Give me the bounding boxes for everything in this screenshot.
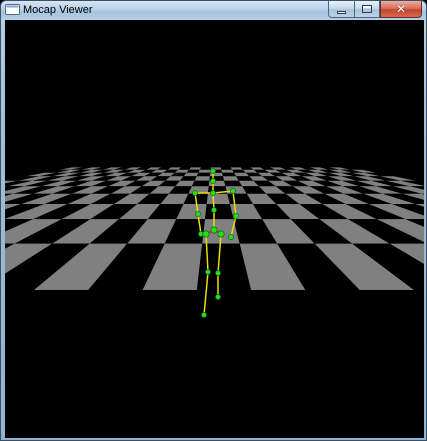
window-controls: ✕ [328, 1, 422, 19]
floor-tile [189, 167, 201, 170]
floor-tile [205, 204, 234, 220]
close-icon: ✕ [395, 2, 407, 16]
skeleton-joint-rshoulder [230, 188, 236, 194]
skeleton-joint-pelvis [210, 226, 218, 234]
scene-canvas[interactable] [5, 20, 424, 438]
skeleton-joint-spine [211, 207, 217, 213]
skeleton-joint-rhip [217, 230, 225, 238]
floor-tile [223, 176, 239, 181]
skeleton-joint-lshoulder [192, 190, 198, 196]
skeleton-joint-lknee [205, 269, 211, 275]
maximize-button[interactable] [354, 1, 380, 18]
skeleton-joint-head [210, 168, 216, 174]
floor-tile [196, 172, 211, 177]
floor-tile [199, 167, 211, 170]
window-title: Mocap Viewer [23, 4, 93, 16]
minimize-icon [337, 10, 346, 14]
skeleton-joint-rhand [228, 234, 234, 240]
floor-tile [194, 176, 210, 181]
skeleton-joint-lelbow [195, 211, 201, 217]
title-bar[interactable]: Mocap Viewer ✕ [1, 1, 426, 20]
skeleton-joint-neck [210, 178, 216, 184]
floor-tile [198, 169, 211, 173]
close-button[interactable]: ✕ [380, 1, 422, 18]
skeleton-joint-relbow [233, 213, 239, 219]
maximize-icon [362, 5, 372, 13]
skeleton-joint-rfoot [215, 294, 221, 300]
minimize-button[interactable] [328, 1, 354, 18]
floor-tile [206, 193, 230, 204]
skeleton-joint-lfoot [201, 312, 207, 318]
app-window-icon [5, 4, 20, 15]
skeleton-joint-lhip [202, 230, 210, 238]
floor-tile [220, 167, 233, 170]
floor-tile [191, 180, 210, 187]
floor-tile [222, 172, 237, 177]
skeleton-joint-chest [210, 190, 216, 196]
skeleton-joint-rknee [215, 270, 221, 276]
3d-viewport[interactable] [5, 20, 424, 438]
floor-tile [221, 169, 234, 173]
app-window: Mocap Viewer ✕ [0, 0, 427, 441]
